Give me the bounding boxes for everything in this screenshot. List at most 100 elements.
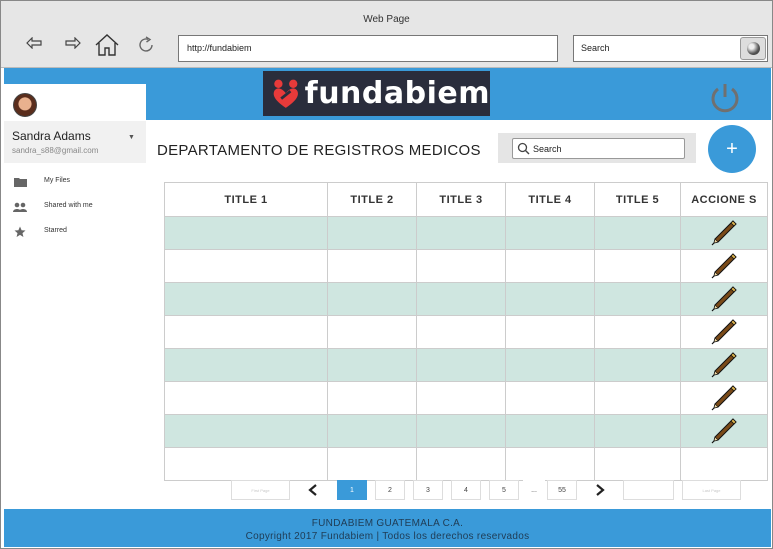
logo-mark-icon (273, 79, 298, 108)
table-row (164, 249, 768, 283)
footer-company: FUNDABIEM GUATEMALA C.A. (311, 518, 464, 529)
table-row (164, 315, 768, 349)
page-button-4[interactable]: 4 (451, 480, 481, 500)
table-row (164, 414, 768, 448)
table-cell (594, 447, 681, 481)
avatar[interactable] (13, 93, 37, 117)
table-cell (164, 348, 328, 382)
forward-icon[interactable] (64, 34, 82, 52)
table-cell (164, 249, 328, 283)
table-cell (594, 348, 681, 382)
column-header[interactable]: TITLE 1 (164, 182, 328, 217)
pencil-icon[interactable] (709, 253, 739, 279)
page-button-last[interactable]: 55 (547, 480, 577, 500)
table-cell (505, 249, 595, 283)
table-cell (164, 216, 328, 250)
table-cell (505, 282, 595, 316)
user-account-box[interactable]: Sandra Adams sandra_s88@gmail.com ▼ (4, 121, 146, 163)
table-cell (505, 216, 595, 250)
home-icon[interactable] (93, 32, 121, 58)
table-cell (416, 216, 506, 250)
next-page-button[interactable] (585, 480, 615, 500)
fundabiem-logo[interactable]: fundabiem (263, 71, 490, 116)
table-cell (594, 282, 681, 316)
star-icon (13, 225, 27, 239)
footer-copyright: Copyright 2017 Fundabiem | Todos los der… (245, 531, 530, 542)
actions-cell (680, 249, 768, 283)
url-bar[interactable]: http://fundabiem (178, 35, 558, 62)
table-cell (594, 315, 681, 349)
browser-search-input[interactable]: Search (573, 35, 768, 62)
pencil-icon[interactable] (709, 385, 739, 411)
actions-cell (680, 381, 768, 415)
pencil-icon[interactable] (709, 418, 739, 444)
table-row (164, 381, 768, 415)
search-placeholder: Search (533, 144, 562, 154)
power-icon[interactable] (707, 80, 743, 116)
pencil-icon[interactable] (709, 220, 739, 246)
first-page-button[interactable]: First Page (231, 480, 290, 500)
pencil-icon[interactable] (709, 286, 739, 312)
table-cell (505, 447, 595, 481)
search-icon (517, 142, 530, 155)
table-row (164, 282, 768, 316)
column-header[interactable]: TITLE 3 (416, 182, 506, 217)
search-orb-icon (746, 42, 760, 55)
page-button-1[interactable]: 1 (337, 480, 367, 500)
table-cell (505, 315, 595, 349)
pagination-ellipsis: ... (523, 480, 545, 500)
column-header[interactable]: TITLE 5 (594, 182, 681, 217)
actions-cell (680, 447, 768, 481)
table-cell (416, 282, 506, 316)
table-cell (164, 315, 328, 349)
page-button-3[interactable]: 3 (413, 480, 443, 500)
sidebar-item-label: My Files (44, 177, 71, 184)
caret-down-icon[interactable]: ▼ (128, 134, 135, 141)
page-jump-input[interactable] (623, 480, 674, 500)
browser-chrome: Web Page http://fundabiem Search (1, 1, 772, 68)
table-cell (327, 249, 417, 283)
records-table: TITLE 1 TITLE 2 TITLE 3 TITLE 4 TITLE 5 … (164, 182, 768, 481)
user-name: Sandra Adams (12, 129, 91, 143)
sidebar-item-starred[interactable]: Starred (4, 221, 146, 243)
table-cell (594, 216, 681, 250)
people-icon (13, 200, 27, 214)
actions-cell (680, 414, 768, 448)
window-title: Web Page (363, 14, 410, 25)
actions-cell (680, 216, 768, 250)
last-page-button[interactable]: Last Page (682, 480, 741, 500)
back-icon[interactable] (25, 34, 43, 52)
table-cell (164, 282, 328, 316)
pencil-icon[interactable] (709, 319, 739, 345)
column-header[interactable]: TITLE 2 (327, 182, 417, 217)
table-row (164, 348, 768, 382)
user-email: sandra_s88@gmail.com (12, 146, 99, 155)
sidebar-item-label: Shared with me (44, 202, 93, 209)
reload-icon[interactable] (135, 34, 157, 56)
table-cell (416, 381, 506, 415)
table-cell (505, 414, 595, 448)
page-button-5[interactable]: 5 (489, 480, 519, 500)
browser-search-button[interactable] (740, 37, 766, 60)
prev-page-button[interactable] (298, 480, 328, 500)
table-cell (327, 348, 417, 382)
table-cell (416, 249, 506, 283)
table-cell (327, 447, 417, 481)
add-record-button[interactable]: + (708, 125, 756, 173)
table-cell (327, 315, 417, 349)
sidebar: Sandra Adams sandra_s88@gmail.com ▼ My F… (4, 84, 146, 249)
actions-cell (680, 282, 768, 316)
sidebar-item-shared[interactable]: Shared with me (4, 196, 146, 218)
table-header-row: TITLE 1 TITLE 2 TITLE 3 TITLE 4 TITLE 5 … (164, 182, 768, 217)
column-header[interactable]: TITLE 4 (505, 182, 595, 217)
search-input[interactable]: Search (512, 138, 685, 159)
column-header: ACCIONE S (680, 182, 768, 217)
table-cell (416, 447, 506, 481)
table-cell (164, 414, 328, 448)
pencil-icon[interactable] (709, 352, 739, 378)
table-cell (594, 414, 681, 448)
page-button-2[interactable]: 2 (375, 480, 405, 500)
sidebar-item-my-files[interactable]: My Files (4, 171, 146, 193)
table-cell (327, 216, 417, 250)
table-cell (327, 381, 417, 415)
